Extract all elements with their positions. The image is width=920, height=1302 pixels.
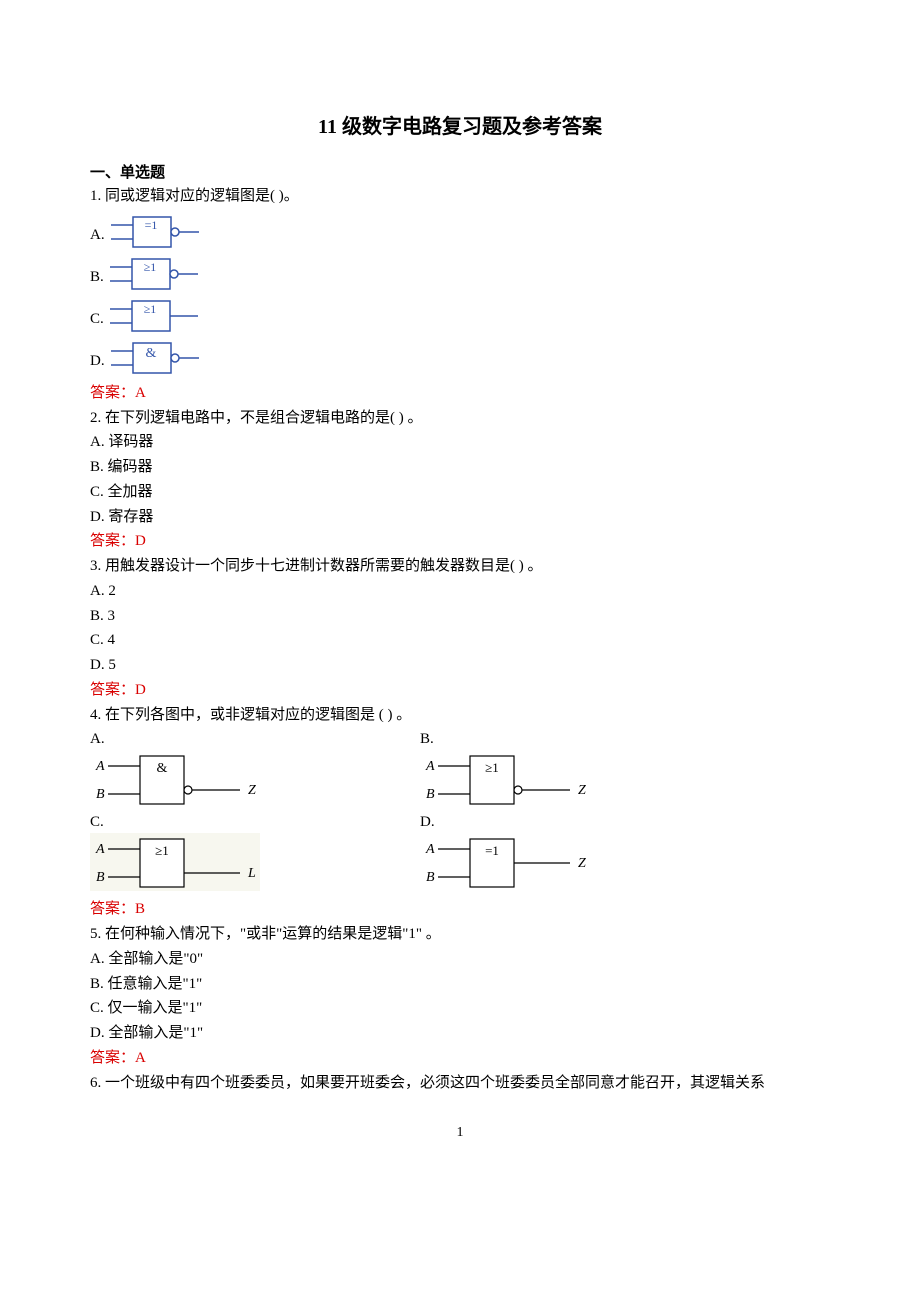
xor-gate-ab-icon: A B =1 Z [420,833,600,893]
svg-text:&: & [145,346,156,361]
q2-opt-a: A. 译码器 [90,430,830,455]
q3-opt-b: B. 3 [90,604,830,629]
svg-text:&: & [157,761,168,776]
q1-opt-d: D. & [90,339,830,377]
q4-opt-a-label: A. [90,731,270,748]
xnor-gate-icon: =1 [111,213,201,251]
q4-opt-d: D. A B =1 Z [420,814,600,893]
page-title: 11 级数字电路复习题及参考答案 [90,110,830,139]
q4-opt-b-label: B. [420,731,600,748]
q4-opt-b: B. A B ≥1 Z [420,731,600,810]
q1-opt-c-label: C. [90,312,104,335]
q5-opt-a: A. 全部输入是"0" [90,947,830,972]
q5-opt-c: C. 仅一输入是"1" [90,996,830,1021]
q4-opt-c-label: C. [90,814,270,831]
q4-text: 4. 在下列各图中，或非逻辑对应的逻辑图是 ( ) 。 [90,703,830,728]
section-heading: 一、单选题 [90,161,830,182]
svg-text:B: B [426,787,435,802]
svg-text:B: B [426,870,435,885]
q1-opt-d-label: D. [90,354,105,377]
nand-gate-icon: & [111,339,201,377]
svg-text:Z: Z [578,856,586,871]
svg-text:=1: =1 [485,843,499,858]
svg-text:A: A [425,759,435,774]
nor-gate-ab-icon: A B ≥1 Z [420,750,600,810]
q1-opt-b: B. ≥1 [90,255,830,293]
nor-gate-icon: ≥1 [110,255,200,293]
q3-opt-a: A. 2 [90,579,830,604]
q5-answer: 答案：A [90,1046,830,1071]
svg-text:≥1: ≥1 [143,260,156,274]
q1-answer: 答案：A [90,381,830,406]
q1-opt-c: C. ≥1 [90,297,830,335]
q2-opt-b: B. 编码器 [90,455,830,480]
q4-answer: 答案：B [90,897,830,922]
svg-text:≥1: ≥1 [143,302,156,316]
q3-opt-c: C. 4 [90,628,830,653]
q3-text: 3. 用触发器设计一个同步十七进制计数器所需要的触发器数目是( ) 。 [90,554,830,579]
svg-text:A: A [425,842,435,857]
svg-text:B: B [96,787,105,802]
q4-opt-c: C. A B ≥1 L [90,814,270,893]
q3-answer: 答案：D [90,678,830,703]
q3-opt-d: D. 5 [90,653,830,678]
q2-text: 2. 在下列逻辑电路中，不是组合逻辑电路的是( ) 。 [90,406,830,431]
svg-text:L: L [247,866,256,881]
svg-text:A: A [95,842,105,857]
q1-opt-a: A. =1 [90,213,830,251]
svg-text:B: B [96,870,105,885]
svg-text:Z: Z [578,783,586,798]
q4-opt-a: A. A B & Z [90,731,270,810]
page-number: 1 [90,1125,830,1141]
q5-text: 5. 在何种输入情况下，"或非"运算的结果是逻辑"1" 。 [90,922,830,947]
svg-text:Z: Z [248,783,256,798]
q4-opt-d-label: D. [420,814,600,831]
q5-opt-b: B. 任意输入是"1" [90,972,830,997]
svg-text:≥1: ≥1 [485,760,499,775]
svg-text:≥1: ≥1 [155,843,169,858]
or-gate-icon: ≥1 [110,297,200,335]
or-gate-ab-icon: A B ≥1 L [90,833,270,893]
q2-opt-d: D. 寄存器 [90,505,830,530]
q2-answer: 答案：D [90,529,830,554]
q5-opt-d: D. 全部输入是"1" [90,1021,830,1046]
q1-text: 1. 同或逻辑对应的逻辑图是( )。 [90,184,830,209]
q1-opt-b-label: B. [90,270,104,293]
nand-gate-ab-icon: A B & Z [90,750,270,810]
svg-text:=1: =1 [144,218,157,232]
q1-opt-a-label: A. [90,228,105,251]
q6-text: 6. 一个班级中有四个班委委员，如果要开班委会，必须这四个班委委员全部同意才能召… [90,1071,830,1096]
q2-opt-c: C. 全加器 [90,480,830,505]
svg-text:A: A [95,759,105,774]
